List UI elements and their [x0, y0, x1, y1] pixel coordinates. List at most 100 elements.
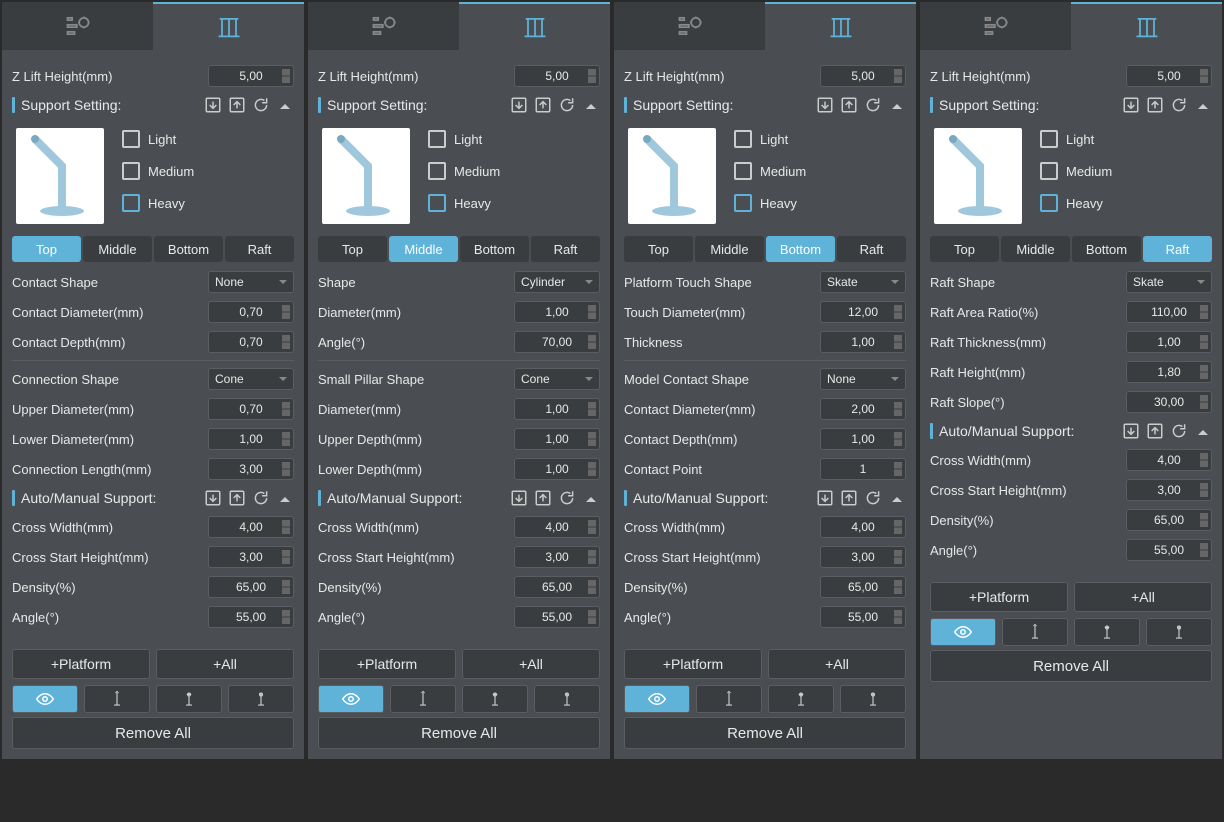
export-icon[interactable]: [228, 96, 246, 114]
density-input[interactable]: 65,00: [820, 576, 906, 598]
tab-print-settings[interactable]: [920, 2, 1071, 50]
visibility-toggle[interactable]: [930, 618, 996, 646]
collapse-icon[interactable]: [582, 96, 600, 114]
export-icon[interactable]: [228, 489, 246, 507]
support-tool-2[interactable]: [1074, 618, 1140, 646]
tab-bottom[interactable]: Bottom: [154, 236, 223, 262]
field-input[interactable]: 2,00: [820, 398, 906, 420]
support-tool-3[interactable]: [840, 685, 906, 713]
field-select[interactable]: Skate: [820, 271, 906, 293]
export-icon[interactable]: [840, 489, 858, 507]
tab-middle[interactable]: Middle: [389, 236, 458, 262]
preset-heavy[interactable]: Heavy: [734, 194, 806, 212]
field-input[interactable]: 30,00: [1126, 391, 1212, 413]
preset-heavy[interactable]: Heavy: [1040, 194, 1112, 212]
export-icon[interactable]: [1146, 422, 1164, 440]
visibility-toggle[interactable]: [318, 685, 384, 713]
support-tool-3[interactable]: [534, 685, 600, 713]
import-icon[interactable]: [1122, 96, 1140, 114]
add-platform-button[interactable]: +Platform: [12, 649, 150, 679]
preset-medium[interactable]: Medium: [428, 162, 500, 180]
field-input[interactable]: 1,00: [1126, 331, 1212, 353]
angle-input[interactable]: 55,00: [208, 606, 294, 628]
import-icon[interactable]: [204, 489, 222, 507]
add-all-button[interactable]: +All: [768, 649, 906, 679]
angle-input[interactable]: 55,00: [820, 606, 906, 628]
import-icon[interactable]: [816, 489, 834, 507]
import-icon[interactable]: [1122, 422, 1140, 440]
visibility-toggle[interactable]: [624, 685, 690, 713]
field-input[interactable]: 1,00: [514, 428, 600, 450]
z-lift-input[interactable]: 5,00: [514, 65, 600, 87]
tab-print-settings[interactable]: [2, 2, 153, 50]
angle-input[interactable]: 55,00: [1126, 539, 1212, 561]
export-icon[interactable]: [840, 96, 858, 114]
preset-heavy[interactable]: Heavy: [428, 194, 500, 212]
cross-width-input[interactable]: 4,00: [208, 516, 294, 538]
field-select[interactable]: Cone: [208, 368, 294, 390]
preset-medium[interactable]: Medium: [122, 162, 194, 180]
cross-start-input[interactable]: 3,00: [1126, 479, 1212, 501]
tab-bottom[interactable]: Bottom: [1072, 236, 1141, 262]
tab-support-settings[interactable]: [153, 2, 304, 50]
tab-bottom[interactable]: Bottom: [460, 236, 529, 262]
tab-top[interactable]: Top: [930, 236, 999, 262]
cross-width-input[interactable]: 4,00: [1126, 449, 1212, 471]
field-select[interactable]: None: [208, 271, 294, 293]
tab-support-settings[interactable]: [765, 2, 916, 50]
cross-start-input[interactable]: 3,00: [514, 546, 600, 568]
tab-middle[interactable]: Middle: [695, 236, 764, 262]
support-tool-1[interactable]: [1002, 618, 1068, 646]
collapse-icon[interactable]: [276, 489, 294, 507]
remove-all-button[interactable]: Remove All: [624, 717, 906, 749]
collapse-icon[interactable]: [888, 96, 906, 114]
field-input[interactable]: 1,00: [820, 331, 906, 353]
field-select[interactable]: Cone: [514, 368, 600, 390]
import-icon[interactable]: [510, 489, 528, 507]
z-lift-input[interactable]: 5,00: [208, 65, 294, 87]
remove-all-button[interactable]: Remove All: [318, 717, 600, 749]
field-input[interactable]: 1: [820, 458, 906, 480]
field-input[interactable]: 110,00: [1126, 301, 1212, 323]
tab-raft[interactable]: Raft: [531, 236, 600, 262]
add-platform-button[interactable]: +Platform: [318, 649, 456, 679]
field-input[interactable]: 0,70: [208, 301, 294, 323]
export-icon[interactable]: [534, 96, 552, 114]
cross-start-input[interactable]: 3,00: [208, 546, 294, 568]
support-tool-1[interactable]: [390, 685, 456, 713]
tab-raft[interactable]: Raft: [1143, 236, 1212, 262]
refresh-icon[interactable]: [864, 489, 882, 507]
collapse-icon[interactable]: [1194, 96, 1212, 114]
field-input[interactable]: 1,00: [514, 398, 600, 420]
remove-all-button[interactable]: Remove All: [930, 650, 1212, 682]
support-tool-1[interactable]: [84, 685, 150, 713]
refresh-icon[interactable]: [558, 96, 576, 114]
preset-medium[interactable]: Medium: [1040, 162, 1112, 180]
preset-light[interactable]: Light: [734, 130, 806, 148]
tab-top[interactable]: Top: [12, 236, 81, 262]
remove-all-button[interactable]: Remove All: [12, 717, 294, 749]
add-all-button[interactable]: +All: [1074, 582, 1212, 612]
field-input[interactable]: 3,00: [208, 458, 294, 480]
z-lift-input[interactable]: 5,00: [820, 65, 906, 87]
visibility-toggle[interactable]: [12, 685, 78, 713]
add-platform-button[interactable]: +Platform: [624, 649, 762, 679]
support-tool-3[interactable]: [1146, 618, 1212, 646]
refresh-icon[interactable]: [1170, 96, 1188, 114]
field-select[interactable]: None: [820, 368, 906, 390]
tab-top[interactable]: Top: [318, 236, 387, 262]
field-input[interactable]: 0,70: [208, 398, 294, 420]
add-all-button[interactable]: +All: [156, 649, 294, 679]
z-lift-input[interactable]: 5,00: [1126, 65, 1212, 87]
collapse-icon[interactable]: [1194, 422, 1212, 440]
refresh-icon[interactable]: [1170, 422, 1188, 440]
tab-middle[interactable]: Middle: [83, 236, 152, 262]
import-icon[interactable]: [204, 96, 222, 114]
tab-middle[interactable]: Middle: [1001, 236, 1070, 262]
preset-light[interactable]: Light: [122, 130, 194, 148]
import-icon[interactable]: [510, 96, 528, 114]
refresh-icon[interactable]: [864, 96, 882, 114]
support-tool-1[interactable]: [696, 685, 762, 713]
export-icon[interactable]: [534, 489, 552, 507]
preset-medium[interactable]: Medium: [734, 162, 806, 180]
